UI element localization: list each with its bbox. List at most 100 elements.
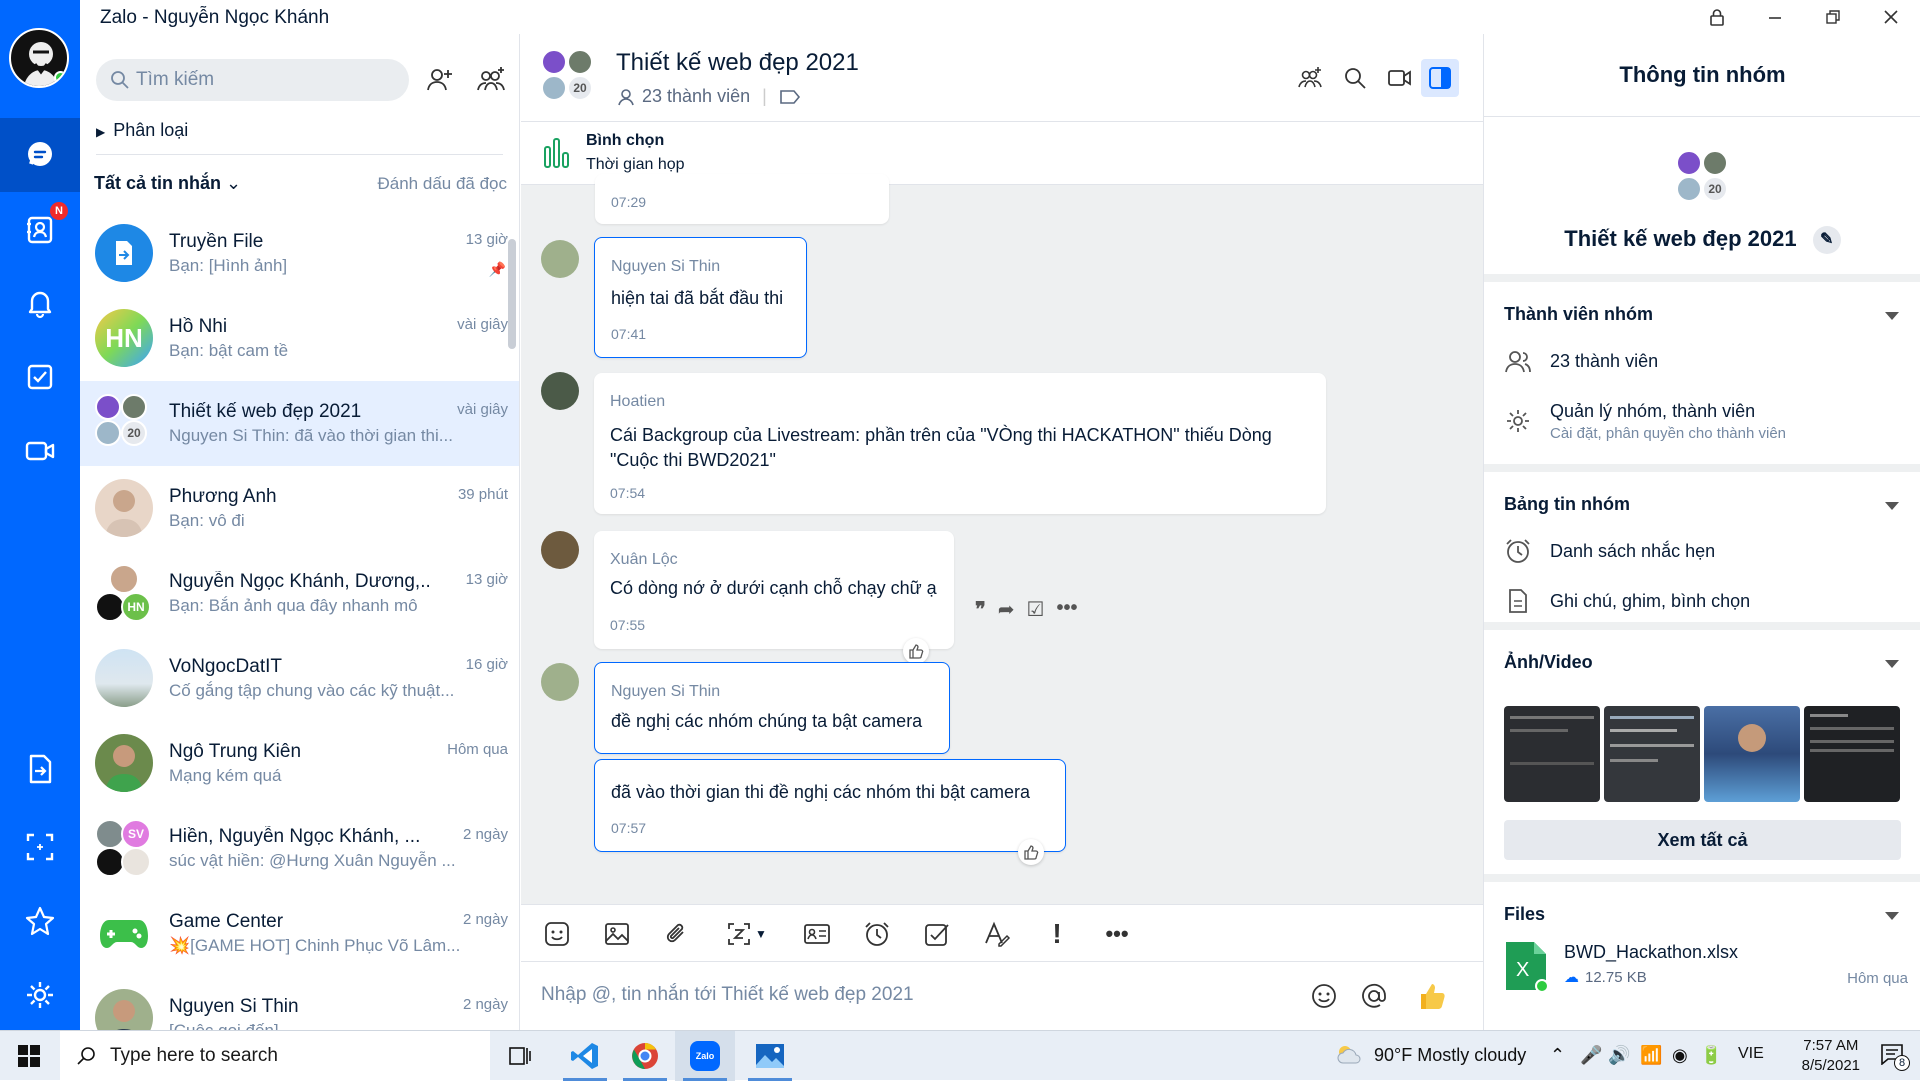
image-button[interactable] xyxy=(601,918,633,950)
sender-avatar[interactable] xyxy=(541,663,579,701)
notes-row[interactable]: Ghi chú, ghim, bình chọn xyxy=(1504,580,1750,622)
conversation-item[interactable]: Truyền File Bạn: [Hình ảnh] 13 giờ 📌 xyxy=(80,211,519,296)
message-bubble[interactable]: đã vào thời gian thi đề nghị các nhóm th… xyxy=(594,759,1066,852)
toggle-info-panel-button[interactable] xyxy=(1421,59,1459,97)
chevron-down-icon[interactable] xyxy=(1885,312,1899,320)
nav-todo[interactable] xyxy=(0,340,80,414)
contact-card-button[interactable] xyxy=(801,918,833,950)
chevron-down-icon[interactable] xyxy=(1885,912,1899,920)
add-task-icon[interactable]: ☑ xyxy=(1027,597,1045,622)
sender-avatar[interactable] xyxy=(541,240,579,278)
list-scrollbar[interactable] xyxy=(508,239,516,349)
message-bubble[interactable]: Nguyen Si Thin đề nghị các nhóm chúng ta… xyxy=(594,662,950,754)
quote-icon[interactable]: ❞ xyxy=(975,597,986,622)
more-tools-button[interactable]: ••• xyxy=(1101,918,1133,950)
media-thumbnail[interactable] xyxy=(1504,706,1600,802)
sender-avatar[interactable] xyxy=(541,531,579,569)
chevron-down-icon[interactable] xyxy=(1885,502,1899,510)
cloud-download-icon[interactable]: ☁ xyxy=(1564,968,1579,986)
chevron-up-icon[interactable]: ⌃ xyxy=(1550,1045,1565,1066)
conversation-item[interactable]: Game Center 💥[GAME HOT] Chinh Phục Võ Lâ… xyxy=(80,891,519,976)
network-icon[interactable]: 📶 xyxy=(1640,1045,1662,1066)
more-options-icon[interactable]: ••• xyxy=(1056,597,1077,622)
member-count-label[interactable]: 23 thành viên xyxy=(642,86,750,107)
search-messages-button[interactable] xyxy=(1336,59,1374,97)
message-bubble[interactable]: Hoatien Cái Backgroup của Livestream: ph… xyxy=(594,373,1326,514)
section-title[interactable]: Files xyxy=(1504,904,1545,925)
battery-icon[interactable]: 🔋 xyxy=(1700,1045,1722,1066)
message-filter-dropdown[interactable]: Tất cả tin nhắn ⌄ xyxy=(94,173,241,194)
restore-button[interactable] xyxy=(1804,0,1862,34)
group-avatar[interactable]: 20 xyxy=(1676,150,1728,202)
search-box[interactable]: Tìm kiếm xyxy=(96,59,409,101)
language-indicator[interactable]: VIE xyxy=(1738,1045,1764,1063)
classify-toggle[interactable]: ▶ Phân loại xyxy=(96,120,188,141)
mark-read-link[interactable]: Đánh dấu đã đọc xyxy=(378,174,508,194)
add-member-button[interactable] xyxy=(1291,59,1329,97)
file-item[interactable]: X BWD_Hackathon.xlsx ☁ 12.75 KB Hôm qua xyxy=(1504,940,1908,996)
quick-like-button[interactable] xyxy=(1416,979,1450,1013)
tag-icon[interactable] xyxy=(779,89,801,105)
group-avatar[interactable]: 20 xyxy=(541,49,593,101)
reminder-button[interactable] xyxy=(861,918,893,950)
taskbar-search[interactable]: Type here to search xyxy=(60,1031,490,1081)
section-title[interactable]: Thành viên nhóm xyxy=(1504,304,1653,325)
forward-icon[interactable]: ➦ xyxy=(998,597,1015,622)
assign-task-button[interactable] xyxy=(921,918,953,950)
photos-app-icon[interactable] xyxy=(740,1031,800,1081)
weather-text[interactable]: 90°F Mostly cloudy xyxy=(1374,1045,1526,1066)
message-bubble[interactable]: 07:29 xyxy=(595,174,889,224)
sticker-button[interactable] xyxy=(541,918,573,950)
sender-avatar[interactable] xyxy=(541,372,579,410)
chrome-tray-icon[interactable]: ◉ xyxy=(1672,1045,1688,1066)
video-call-button[interactable] xyxy=(1381,59,1419,97)
media-thumbnail[interactable] xyxy=(1804,706,1900,802)
conversation-item[interactable]: VoNgocDatIT Cố gắng tập chung vào các kỹ… xyxy=(80,636,519,721)
message-bubble[interactable]: Nguyen Si Thin hiện tai đã bắt đầu thi 0… xyxy=(594,237,807,358)
conversation-item[interactable]: SV Hiền, Nguyễn Ngọc Khánh, ... súc vật … xyxy=(80,806,519,891)
my-avatar[interactable] xyxy=(9,28,69,88)
media-thumbnail[interactable] xyxy=(1604,706,1700,802)
zalo-app-icon[interactable]: Zalo xyxy=(675,1031,735,1081)
like-reaction-button[interactable] xyxy=(903,638,929,664)
message-composer[interactable]: Nhập @, tin nhắn tới Thiết kế web đẹp 20… xyxy=(521,962,1483,1030)
nav-messages[interactable] xyxy=(0,118,80,192)
close-button[interactable] xyxy=(1862,0,1920,34)
emoji-button[interactable] xyxy=(1307,979,1341,1013)
microphone-icon[interactable]: 🎤 xyxy=(1580,1045,1602,1066)
attach-file-button[interactable] xyxy=(661,918,693,950)
text-format-button[interactable] xyxy=(981,918,1013,950)
message-bubble[interactable]: Xuân Lộc Có dòng nớ ở dưới cạnh chỗ chạy… xyxy=(594,531,954,649)
lock-icon[interactable] xyxy=(1688,0,1746,34)
volume-icon[interactable]: 🔊 xyxy=(1608,1045,1630,1066)
conversation-item[interactable]: HN Nguyễn Ngọc Khánh, Dương,... Bạn: Bắn… xyxy=(80,551,519,636)
conversation-item[interactable]: Ngô Trung Kiên Mạng kém quá Hôm qua xyxy=(80,721,519,806)
nav-video-call[interactable] xyxy=(0,414,80,488)
mention-button[interactable] xyxy=(1357,979,1391,1013)
edit-name-button[interactable]: ✎ xyxy=(1812,226,1841,255)
conversation-item-selected[interactable]: 20 Thiết kế web đẹp 2021 Nguyen Si Thin:… xyxy=(80,381,519,466)
section-title[interactable]: Bảng tin nhóm xyxy=(1504,494,1630,515)
nav-contacts[interactable]: N xyxy=(0,192,80,266)
nav-favorites[interactable] xyxy=(0,884,80,958)
screenshot-button[interactable]: ▼ xyxy=(721,918,771,950)
reminders-row[interactable]: Danh sách nhắc hẹn xyxy=(1504,530,1715,572)
vscode-app-icon[interactable] xyxy=(555,1031,615,1081)
conversation-item[interactable]: Nguyen Si Thin [Cuộc gọi đến] 2 ngày xyxy=(80,976,519,1030)
nav-screenshot[interactable] xyxy=(0,810,80,884)
conversation-item[interactable]: HN Hồ Nhi Bạn: bật cam tề vài giây xyxy=(80,296,519,381)
mark-important-button[interactable]: ! xyxy=(1041,918,1073,950)
see-all-media-button[interactable]: Xem tất cả xyxy=(1504,820,1901,860)
minimize-button[interactable] xyxy=(1746,0,1804,34)
notification-center-icon[interactable]: 8 xyxy=(1880,1043,1910,1071)
section-title[interactable]: Ảnh/Video xyxy=(1504,652,1593,673)
nav-file-transfer[interactable] xyxy=(0,732,80,806)
windows-start-icon[interactable] xyxy=(18,1045,40,1072)
task-view-icon[interactable] xyxy=(490,1031,550,1081)
chevron-down-icon[interactable] xyxy=(1885,660,1899,668)
taskbar-clock[interactable]: 7:57 AM 8/5/2021 xyxy=(1802,1036,1860,1076)
nav-notifications[interactable] xyxy=(0,266,80,340)
create-group-icon[interactable] xyxy=(475,64,507,96)
message-input-placeholder[interactable]: Nhập @, tin nhắn tới Thiết kế web đẹp 20… xyxy=(541,984,914,1006)
nav-settings[interactable] xyxy=(0,958,80,1032)
